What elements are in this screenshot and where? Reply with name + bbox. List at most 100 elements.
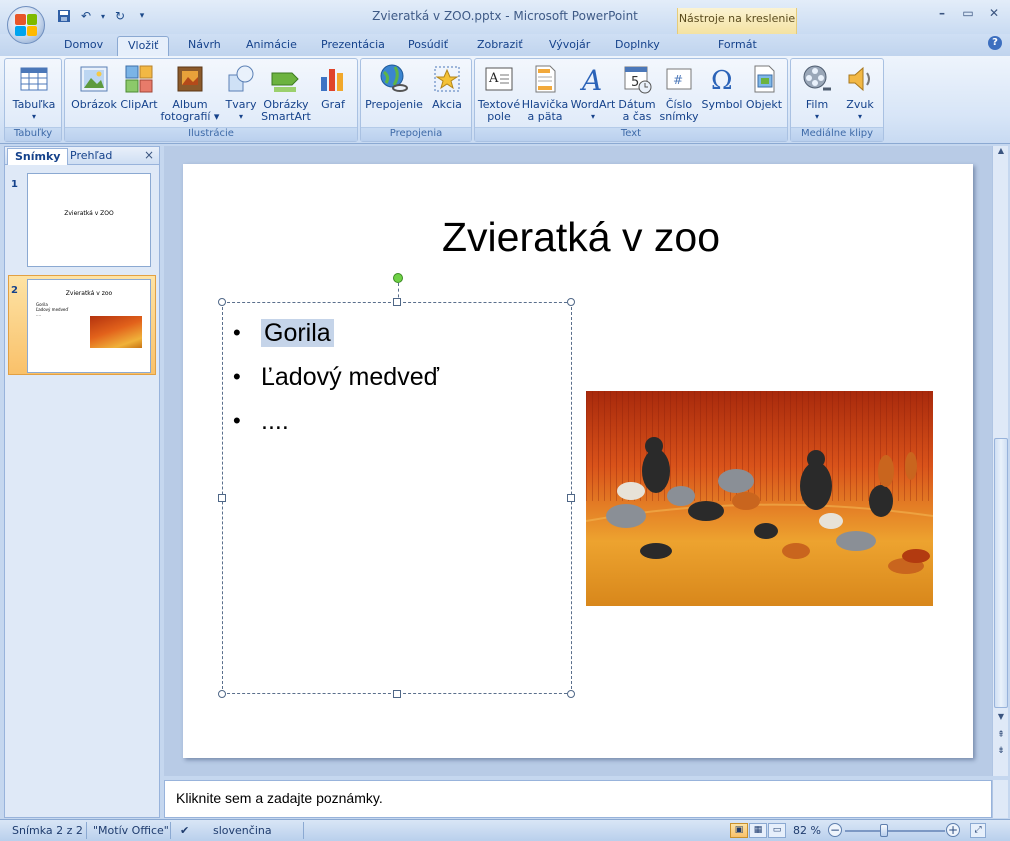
normal-view-button[interactable]: ▣ xyxy=(730,823,748,838)
wordart-button[interactable]: A WordArt ▾ xyxy=(569,61,617,123)
zoom-level[interactable]: 82 % xyxy=(793,824,821,837)
tab-navrh[interactable]: Návrh xyxy=(178,36,231,56)
slide-thumbnail-1[interactable]: Zvieratká v ZOO xyxy=(27,173,151,267)
previous-slide-icon[interactable]: ⇞ xyxy=(993,730,1009,744)
bullet-item[interactable]: .... xyxy=(233,399,439,443)
table-icon xyxy=(18,63,50,95)
fit-to-window-icon[interactable]: ⤢ xyxy=(970,823,986,838)
zoom-slider-thumb[interactable] xyxy=(880,824,888,837)
vertical-scrollbar[interactable]: ▲ ▼ ⇞ ⇟ xyxy=(992,146,1008,776)
svg-text:Ω: Ω xyxy=(711,66,733,95)
hyperlink-button[interactable]: Prepojenie xyxy=(365,61,423,111)
resize-handle-sw[interactable] xyxy=(218,690,226,698)
close-pane-icon[interactable]: × xyxy=(144,148,154,162)
tab-vlozit[interactable]: Vložiť xyxy=(117,36,170,56)
tab-posudit[interactable]: Posúdiť xyxy=(398,36,458,56)
scrollbar-thumb[interactable] xyxy=(994,438,1008,708)
office-button[interactable] xyxy=(7,6,45,44)
slideshow-button[interactable]: ▭ xyxy=(768,823,786,838)
resize-handle-ne[interactable] xyxy=(567,298,575,306)
chart-button[interactable]: Graf xyxy=(313,61,353,111)
context-tab-header: Nástroje na kreslenie xyxy=(677,8,797,34)
resize-handle-n[interactable] xyxy=(393,298,401,306)
tab-zobrazit[interactable]: Zobraziť xyxy=(467,36,533,56)
svg-text:A: A xyxy=(488,71,499,86)
photo-album-button[interactable]: Album fotografií ▾ xyxy=(159,61,221,123)
slide-canvas[interactable]: Zvieratká v zoo Gorila Ľadový medveď ...… xyxy=(183,164,973,758)
zoom-in-icon[interactable]: + xyxy=(946,823,960,837)
slide-number-icon: # xyxy=(663,63,695,95)
tab-slides[interactable]: Snímky xyxy=(7,148,69,165)
thumbnail-title: Zvieratká v zoo xyxy=(65,290,113,297)
smartart-icon xyxy=(270,63,302,95)
thumbnail-picture xyxy=(90,316,142,348)
resize-handle-s[interactable] xyxy=(393,690,401,698)
notes-scrollbar[interactable] xyxy=(992,780,1008,818)
resize-handle-se[interactable] xyxy=(567,690,575,698)
movie-button[interactable]: Film ▾ xyxy=(795,61,839,123)
rotation-handle[interactable] xyxy=(393,273,403,283)
bullet-list: Gorila Ľadový medveď .... xyxy=(233,311,439,443)
slide-thumbnail-2[interactable]: Zvieratká v zoo Gorila Ľadový medveď ...… xyxy=(27,279,151,373)
spellcheck-icon[interactable]: ✔ xyxy=(180,824,189,837)
notes-pane[interactable]: Kliknite sem a zadajte poznámky. xyxy=(164,780,992,818)
content-placeholder[interactable]: Gorila Ľadový medveď .... xyxy=(218,273,575,698)
tab-animacie[interactable]: Animácie xyxy=(236,36,307,56)
help-icon[interactable]: ? xyxy=(988,36,1002,50)
clipart-button[interactable]: ClipArt xyxy=(119,61,159,111)
bullet-item[interactable]: Gorila xyxy=(233,311,439,355)
thumbnail-number: 2 xyxy=(11,285,18,296)
tab-domov[interactable]: Domov xyxy=(54,36,113,56)
next-slide-icon[interactable]: ⇟ xyxy=(993,746,1009,760)
tab-doplnky[interactable]: Doplnky xyxy=(605,36,670,56)
scroll-down-icon[interactable]: ▼ xyxy=(993,712,1009,726)
header-footer-button[interactable]: Hlavička a päta xyxy=(521,61,569,123)
scroll-up-icon[interactable]: ▲ xyxy=(993,146,1009,160)
tab-prezentacia[interactable]: Prezentácia xyxy=(311,36,395,56)
title-bar: ↶ ▾ ↻ ▾ Zvieratká v ZOO.pptx - Microsoft… xyxy=(0,0,1010,34)
action-button[interactable]: Akcia xyxy=(425,61,469,111)
status-bar: Snímka 2 z 2 "Motív Office" ✔ slovenčina… xyxy=(0,819,1010,841)
textbox-button[interactable]: A Textové pole xyxy=(477,61,521,123)
svg-text:5: 5 xyxy=(631,75,639,90)
zoom-out-icon[interactable]: − xyxy=(828,823,842,837)
table-button[interactable]: Tabuľka ▾ xyxy=(9,61,59,123)
header-footer-icon xyxy=(529,63,561,95)
slide-sorter-button[interactable]: ▦ xyxy=(749,823,767,838)
language[interactable]: slovenčina xyxy=(213,824,272,837)
pane-tabs: Snímky Prehľad × xyxy=(5,147,159,165)
tab-outline[interactable]: Prehľad xyxy=(63,148,119,165)
smartart-button[interactable]: Obrázky SmartArt xyxy=(261,61,311,123)
chart-icon xyxy=(317,63,349,95)
maximize-icon[interactable]: ▭ xyxy=(958,6,978,24)
resize-handle-w[interactable] xyxy=(218,494,226,502)
thumbnail-number: 1 xyxy=(11,179,18,190)
close-icon[interactable]: ✕ xyxy=(984,6,1004,24)
selected-text[interactable]: Gorila xyxy=(261,319,334,347)
zoo-animals-picture[interactable] xyxy=(586,391,933,606)
slide-number-button[interactable]: # Číslo snímky xyxy=(657,61,701,123)
resize-handle-nw[interactable] xyxy=(218,298,226,306)
object-button[interactable]: Objekt xyxy=(743,61,785,111)
slide-title[interactable]: Zvieratká v zoo xyxy=(183,214,973,261)
shapes-button[interactable]: Tvary ▾ xyxy=(221,61,261,123)
bullet-item[interactable]: Ľadový medveď xyxy=(233,355,439,399)
zoom-slider[interactable] xyxy=(845,830,945,832)
resize-handle-e[interactable] xyxy=(567,494,575,502)
wordart-icon: A xyxy=(577,63,609,97)
film-reel-icon xyxy=(801,63,833,95)
group-text: A Textové pole Hlavička a päta A WordArt… xyxy=(474,58,788,142)
picture-button[interactable]: Obrázok xyxy=(69,61,119,111)
minimize-icon[interactable]: – xyxy=(932,6,952,24)
sound-button[interactable]: Zvuk ▾ xyxy=(839,61,881,123)
notes-placeholder[interactable]: Kliknite sem a zadajte poznámky. xyxy=(176,790,383,806)
tab-vyvojar[interactable]: Vývojár xyxy=(539,36,600,56)
group-ilustracie: Obrázok ClipArt Album fotografií ▾ Tvary… xyxy=(64,58,358,142)
ribbon-tabs: Domov Vložiť Návrh Animácie Prezentácia … xyxy=(0,34,1010,56)
textbox-icon: A xyxy=(483,63,515,95)
date-time-button[interactable]: 5 Dátum a čas xyxy=(617,61,657,123)
ribbon: Tabuľka ▾ Tabuľky Obrázok ClipArt Album … xyxy=(0,56,1010,144)
thumbnail-bullets: Gorila Ľadový medveď .... xyxy=(36,302,68,317)
tab-format[interactable]: Formát xyxy=(708,36,767,56)
symbol-button[interactable]: Ω Symbol xyxy=(701,61,743,111)
